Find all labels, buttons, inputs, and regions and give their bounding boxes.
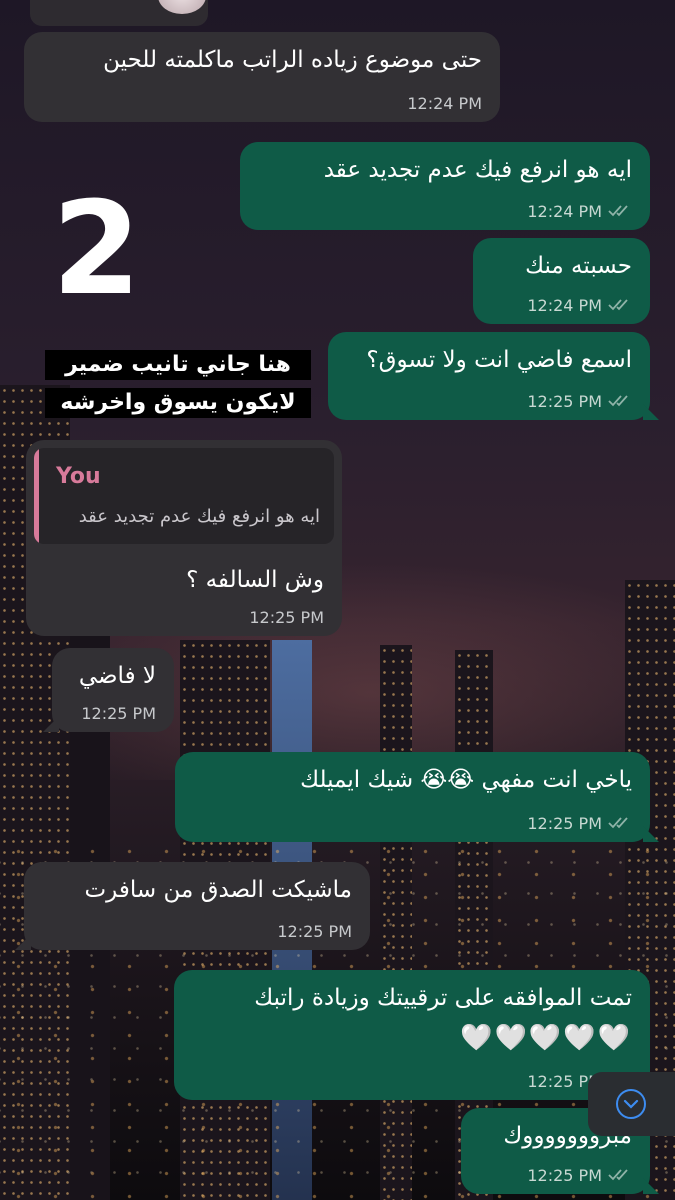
message-text: اسمع فاضي انت ولا تسوق؟ (366, 347, 632, 373)
message-text: ماشيكت الصدق من سافرت (84, 877, 352, 903)
quote-accent-bar (34, 448, 39, 544)
double-check-icon (608, 1169, 628, 1181)
quoted-message[interactable]: You ايه هو انرفع فيك عدم تجديد عقد (34, 448, 334, 544)
quote-author: You (56, 464, 101, 489)
message-outgoing[interactable]: ايه هو انرفع فيك عدم تجديد عقد 12:24 PM (240, 142, 650, 230)
double-check-icon (608, 817, 628, 829)
message-time: 12:24 PM (527, 202, 602, 221)
message-incoming[interactable]: ماشيكت الصدق من سافرت 12:25 PM (15, 862, 370, 950)
message-text: ايه هو انرفع فيك عدم تجديد عقد (323, 157, 632, 183)
double-check-icon (608, 299, 628, 311)
message-outgoing[interactable]: اسمع فاضي انت ولا تسوق؟ 12:25 PM (328, 332, 659, 420)
message-time: 12:25 PM (527, 814, 602, 833)
message-time: 12:25 PM (277, 922, 352, 941)
annotation-caption: هنا جاني تانيب ضمير (45, 350, 311, 380)
chevron-down-icon (616, 1089, 646, 1119)
message-outgoing[interactable]: حسبته منك 12:24 PM (473, 238, 650, 324)
message-incoming[interactable]: حتى موضوع زياده الراتب ماكلمته للحين 12:… (24, 32, 500, 122)
message-text-line1: تمت الموافقه على ترقييتك وزيادة راتبك (254, 985, 632, 1011)
message-time: 12:25 PM (527, 1166, 602, 1185)
message-text: لا فاضي (78, 663, 156, 689)
message-time: 12:24 PM (527, 296, 602, 315)
annotation-caption: لايكون يسوق واخرشه (45, 388, 311, 418)
message-text: حتى موضوع زياده الراتب ماكلمته للحين (103, 47, 482, 73)
message-text: حسبته منك (525, 253, 632, 279)
message-incoming[interactable]: لا فاضي 12:25 PM (43, 648, 174, 732)
message-text: وش السالفه ؟ (186, 567, 324, 593)
white-hearts: 🤍🤍🤍🤍🤍 (460, 1023, 632, 1053)
quote-text: ايه هو انرفع فيك عدم تجديد عقد (78, 506, 320, 527)
previous-message-footer (30, 0, 208, 26)
scroll-to-bottom-button[interactable] (588, 1072, 675, 1136)
avatar[interactable] (158, 0, 206, 14)
message-time: 12:25 PM (527, 392, 602, 411)
message-time: 12:25 PM (249, 608, 324, 627)
double-check-icon (608, 395, 628, 407)
message-text: ياخي انت مفهي 😭😭 شيك ايميلك (300, 767, 632, 793)
message-time: 12:24 PM (407, 94, 482, 113)
double-check-icon (608, 205, 628, 217)
message-incoming-reply[interactable]: You ايه هو انرفع فيك عدم تجديد عقد وش ال… (26, 440, 342, 636)
message-outgoing[interactable]: ياخي انت مفهي 😭😭 شيك ايميلك 12:25 PM (175, 752, 659, 842)
message-outgoing[interactable]: تمت الموافقه على ترقييتك وزيادة راتبك 🤍🤍… (174, 970, 650, 1100)
annotation-number: 2 (52, 175, 142, 324)
message-time: 12:25 PM (81, 704, 156, 723)
